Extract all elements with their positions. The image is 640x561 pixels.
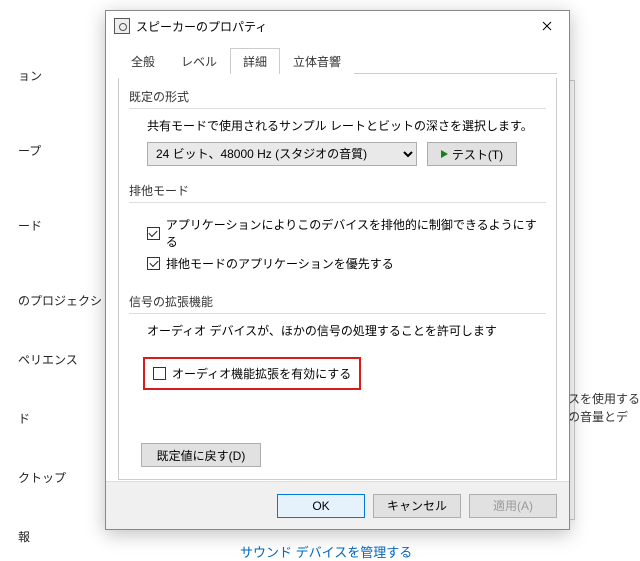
- checkbox-label: アプリケーションによりこのデバイスを排他的に制御できるようにする: [166, 216, 538, 250]
- exclusive-control-checkbox[interactable]: [147, 227, 160, 240]
- background-sidebar: ョン ープ ード のプロジェクシ ペリエンス ド クトップ 報: [0, 0, 105, 561]
- highlighted-option: オーディオ機能拡張を有効にする: [143, 357, 361, 390]
- sidebar-item[interactable]: クトップ: [0, 457, 105, 498]
- sidebar-item[interactable]: ド: [0, 398, 105, 439]
- tab-panel-advanced: 既定の形式 共有モードで使用されるサンプル レートとビットの深さを選択します。 …: [118, 78, 557, 480]
- sidebar-item[interactable]: ープ: [0, 130, 105, 171]
- test-button[interactable]: テスト(T): [427, 142, 517, 166]
- sidebar-item[interactable]: 報: [0, 516, 105, 557]
- enhancements-group: 信号の拡張機能 オーディオ デバイスが、ほかの信号の処理することを許可します オ…: [129, 293, 546, 390]
- titlebar: スピーカーのプロパティ: [106, 11, 569, 41]
- exclusive-mode-group: 排他モード アプリケーションによりこのデバイスを排他的に制御できるようにする 排…: [129, 182, 546, 283]
- group-label: 既定の形式: [129, 88, 546, 108]
- ok-button[interactable]: OK: [277, 494, 365, 518]
- close-button[interactable]: [524, 11, 569, 41]
- format-select[interactable]: 24 ビット、48000 Hz (スタジオの音質): [147, 142, 417, 166]
- sidebar-item[interactable]: のプロジェクシ: [0, 280, 105, 321]
- close-icon: [542, 21, 552, 31]
- dialog-footer: OK キャンセル 適用(A): [106, 481, 569, 529]
- default-format-desc: 共有モードで使用されるサンプル レートとビットの深さを選択します。: [147, 117, 538, 134]
- tabs: 全般 レベル 詳細 立体音響: [118, 47, 557, 74]
- enable-enhancements-checkbox[interactable]: [153, 367, 166, 380]
- enhancements-desc: オーディオ デバイスが、ほかの信号の処理することを許可します: [147, 322, 538, 339]
- sidebar-item[interactable]: ペリエンス: [0, 339, 105, 380]
- speaker-properties-dialog: スピーカーのプロパティ 全般 レベル 詳細 立体音響 既定の形式 共有モードで使…: [105, 10, 570, 530]
- restore-defaults-button[interactable]: 既定値に戻す(D): [141, 443, 261, 467]
- play-icon: [441, 150, 448, 158]
- group-label: 排他モード: [129, 182, 546, 202]
- tab-spatial[interactable]: 立体音響: [280, 48, 354, 74]
- default-format-group: 既定の形式 共有モードで使用されるサンプル レートとビットの深さを選択します。 …: [129, 88, 546, 172]
- dialog-title: スピーカーのプロパティ: [136, 18, 524, 35]
- apply-button[interactable]: 適用(A): [469, 494, 557, 518]
- cancel-button[interactable]: キャンセル: [373, 494, 461, 518]
- checkbox-label: 排他モードのアプリケーションを優先する: [166, 255, 394, 272]
- group-label: 信号の拡張機能: [129, 293, 546, 313]
- sidebar-item[interactable]: ード: [0, 205, 105, 246]
- checkbox-label: オーディオ機能拡張を有効にする: [172, 365, 351, 382]
- tab-general[interactable]: 全般: [118, 48, 168, 74]
- sidebar-item[interactable]: ョン: [0, 55, 105, 96]
- speaker-icon: [114, 18, 130, 34]
- exclusive-priority-checkbox[interactable]: [147, 257, 160, 270]
- manage-sound-devices-link[interactable]: サウンド デバイスを管理する: [240, 542, 412, 561]
- tab-advanced[interactable]: 詳細: [230, 48, 280, 74]
- tab-levels[interactable]: レベル: [168, 48, 230, 74]
